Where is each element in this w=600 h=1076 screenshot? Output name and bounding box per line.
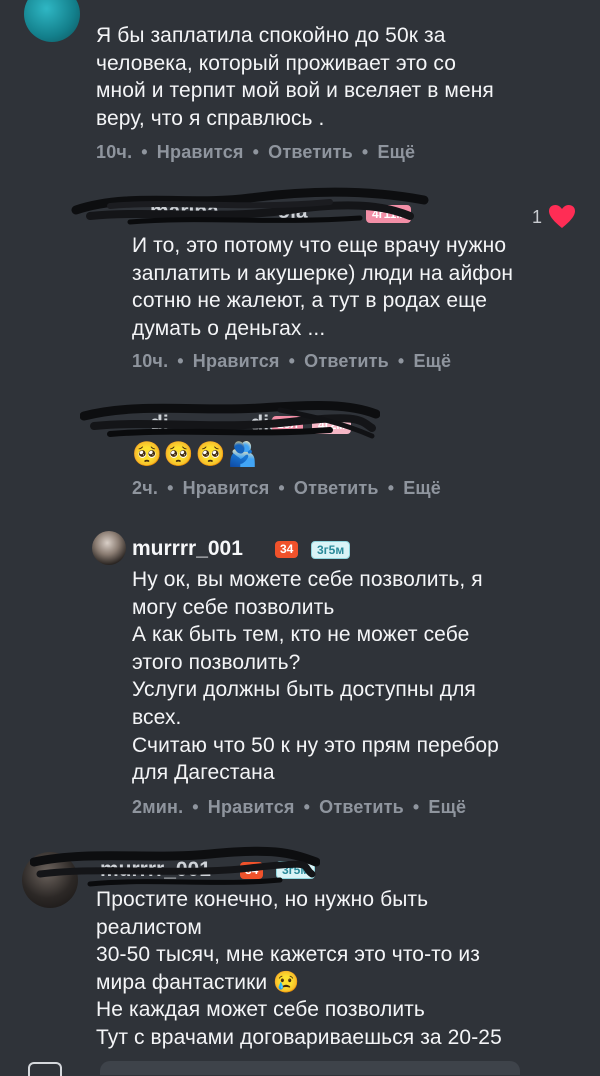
- avatar[interactable]: [24, 0, 80, 42]
- separator-dot: •: [303, 797, 311, 817]
- like-count[interactable]: 1: [532, 204, 576, 230]
- separator-dot: •: [141, 142, 148, 162]
- more-button[interactable]: Ещё: [377, 142, 415, 162]
- comment-actions: 10ч. • Нравится • Ответить • Ещё: [96, 142, 415, 163]
- reply-button[interactable]: Ответить: [319, 797, 404, 817]
- comment-time: 10ч.: [132, 351, 169, 371]
- redaction-scribble: [71, 187, 429, 225]
- comment-time: 2мин.: [132, 797, 184, 817]
- comment-text: Я бы заплатила спокойно до 50к за челове…: [96, 24, 494, 130]
- like-button[interactable]: Нравится: [183, 478, 270, 498]
- more-button[interactable]: Ещё: [413, 351, 451, 371]
- separator-dot: •: [278, 478, 285, 498]
- account-age-badge: 3г5м: [311, 541, 351, 559]
- reply-button[interactable]: Ответить: [268, 142, 353, 162]
- separator-dot: •: [387, 478, 395, 498]
- separator-dot: •: [252, 142, 260, 162]
- comment-actions: 2ч. • Нравится • Ответить • Ещё: [132, 478, 441, 499]
- comment-actions: 2мин. • Нравится • Ответить • Ещё: [132, 797, 466, 818]
- separator-dot: •: [412, 797, 420, 817]
- bottom-bar-edge: [100, 1061, 520, 1075]
- like-button[interactable]: Нравится: [208, 797, 295, 817]
- comment-text: Ну ок, вы можете себе позволить, я могу …: [132, 568, 499, 785]
- comment-time: 10ч.: [96, 142, 133, 162]
- comment-text: 🥺🥺🥺🫂: [132, 441, 260, 468]
- separator-dot: •: [397, 351, 405, 371]
- separator-dot: •: [167, 478, 174, 498]
- avatar[interactable]: [92, 531, 126, 565]
- heart-icon[interactable]: [548, 204, 576, 230]
- redaction-scribble: [80, 401, 380, 439]
- bottom-icon-edge: [28, 1062, 62, 1076]
- separator-dot: •: [177, 351, 184, 371]
- more-button[interactable]: Ещё: [403, 478, 441, 498]
- separator-dot: •: [361, 142, 369, 162]
- comment-time: 2ч.: [132, 478, 159, 498]
- level-badge: 34: [275, 541, 299, 558]
- reply-button[interactable]: Ответить: [304, 351, 389, 371]
- more-button[interactable]: Ещё: [428, 797, 466, 817]
- like-button[interactable]: Нравится: [193, 351, 280, 371]
- separator-dot: •: [288, 351, 296, 371]
- comment-text: И то, это потому что еще врачу нужно зап…: [132, 234, 514, 340]
- like-button[interactable]: Нравится: [157, 142, 244, 162]
- like-count-number: 1: [532, 207, 543, 227]
- reply-button[interactable]: Ответить: [294, 478, 379, 498]
- comment-username[interactable]: murrrr_001: [132, 537, 243, 561]
- comment-text: Простите конечно, но нужно быть реалисто…: [96, 888, 502, 1049]
- separator-dot: •: [192, 797, 199, 817]
- comment-actions: 10ч. • Нравится • Ответить • Ещё: [132, 351, 451, 372]
